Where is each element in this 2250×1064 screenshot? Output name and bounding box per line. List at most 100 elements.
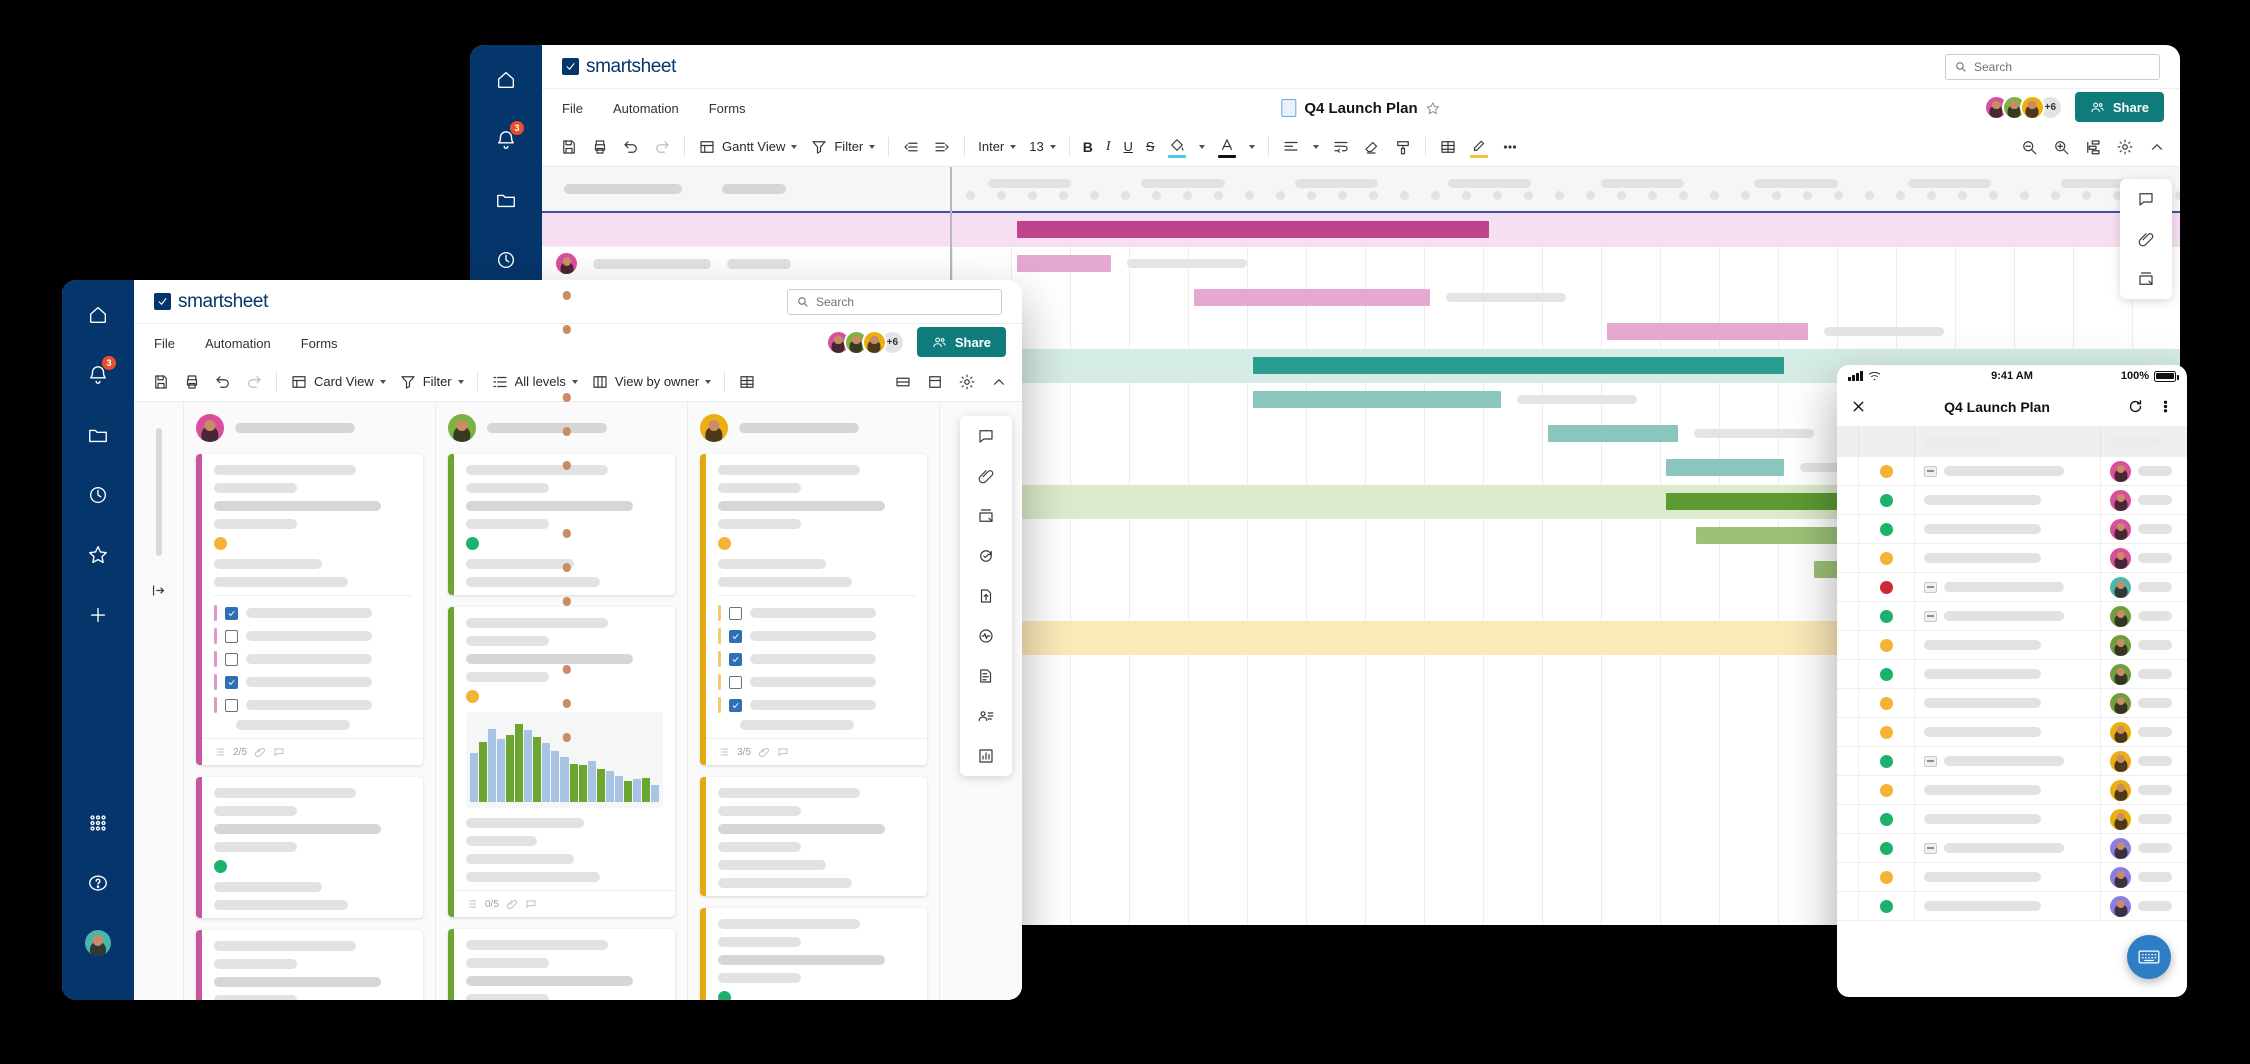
activity-log-icon[interactable] (977, 627, 995, 645)
close-icon[interactable] (1850, 398, 1867, 415)
checklist-item[interactable] (214, 628, 411, 644)
status-cell[interactable] (1859, 892, 1915, 920)
assignee-cell[interactable] (2101, 631, 2187, 659)
proof-icon[interactable] (2137, 270, 2155, 288)
gantt-bar[interactable] (1017, 221, 1489, 238)
refresh-icon[interactable] (2127, 398, 2144, 415)
task-cell[interactable] (1915, 631, 2101, 659)
board-card[interactable] (448, 454, 675, 595)
assignee-cell[interactable] (2101, 544, 2187, 572)
sidebar-item-notifications[interactable]: 3 (81, 358, 115, 392)
comment-icon[interactable] (525, 898, 537, 910)
assignee-cell[interactable] (2101, 515, 2187, 543)
collaborator-avatars[interactable]: +6 (1984, 95, 2063, 120)
row-handle-cell[interactable] (1837, 486, 1859, 514)
sidebar-item-recents[interactable] (81, 478, 115, 512)
gear-icon[interactable] (2116, 138, 2134, 156)
row-handle-cell[interactable] (1837, 747, 1859, 775)
menu-item-file[interactable]: File (562, 101, 583, 116)
board-column-header[interactable] (700, 414, 927, 442)
sidebar-item-home[interactable] (489, 63, 523, 97)
status-cell[interactable] (1859, 660, 1915, 688)
comment-icon[interactable] (273, 746, 285, 758)
italic-button[interactable]: I (1106, 139, 1111, 155)
task-cell[interactable] (1915, 602, 2101, 630)
print-icon[interactable] (591, 138, 609, 156)
board-card[interactable] (196, 930, 423, 1000)
chart-icon[interactable] (977, 747, 995, 765)
gantt-group-row[interactable] (542, 213, 951, 247)
status-cell[interactable] (1859, 515, 1915, 543)
star-outline-icon[interactable] (1426, 101, 1441, 116)
attach-icon[interactable] (254, 746, 266, 758)
print-icon[interactable] (183, 373, 201, 391)
underline-button[interactable]: U (1124, 139, 1133, 154)
smartsheet-logo[interactable]: smartsheet (154, 291, 268, 313)
update-request-icon[interactable] (977, 547, 995, 565)
sidebar-item-notifications[interactable]: 3 (489, 123, 523, 157)
sidebar-item-home[interactable] (81, 298, 115, 332)
group-by-selector[interactable]: View by owner (591, 373, 711, 391)
checklist-item[interactable] (718, 674, 915, 690)
row-handle-cell[interactable] (1837, 718, 1859, 746)
board-card[interactable]: 0/5 (448, 607, 675, 917)
comment-icon[interactable] (2137, 190, 2155, 208)
status-cell[interactable] (1859, 486, 1915, 514)
undo-icon[interactable] (214, 373, 232, 391)
checklist-item[interactable] (718, 628, 915, 644)
gantt-bar[interactable] (1253, 357, 1784, 374)
chevron-down-icon[interactable] (1199, 145, 1205, 149)
sidebar-item-favorites[interactable] (81, 538, 115, 572)
strikethrough-button[interactable]: S (1146, 139, 1155, 154)
filter-button[interactable]: Filter (810, 138, 875, 156)
checklist-item[interactable] (214, 674, 411, 690)
keyboard-fab-button[interactable] (2127, 935, 2171, 979)
task-cell[interactable] (1915, 660, 2101, 688)
align-left-icon[interactable] (1282, 138, 1300, 156)
undo-icon[interactable] (622, 138, 640, 156)
gantt-task-row[interactable] (542, 247, 951, 281)
checkbox[interactable] (225, 676, 238, 689)
more-horizontal-icon[interactable] (1501, 138, 1519, 156)
checkbox[interactable] (225, 653, 238, 666)
levels-selector[interactable]: All levels (491, 373, 578, 391)
table-row[interactable] (1837, 573, 2187, 602)
card-density-icon[interactable] (894, 373, 912, 391)
assignee-cell[interactable] (2101, 863, 2187, 891)
row-handle-cell[interactable] (1837, 776, 1859, 804)
board-column-header[interactable] (448, 414, 675, 442)
proof-icon[interactable] (977, 507, 995, 525)
row-handle-cell[interactable] (1837, 834, 1859, 862)
assignee-cell[interactable] (2101, 776, 2187, 804)
checklist-item[interactable] (214, 605, 411, 621)
filter-button[interactable]: Filter (399, 373, 464, 391)
board-collapse-column[interactable] (134, 402, 184, 1000)
task-cell[interactable] (1915, 515, 2101, 543)
hierarchy-icon[interactable] (2084, 138, 2102, 156)
highlight-button[interactable] (1470, 136, 1488, 158)
publish-icon[interactable] (977, 587, 995, 605)
comment-icon[interactable] (777, 746, 789, 758)
table-row[interactable] (1837, 631, 2187, 660)
assignee-cell[interactable] (2101, 660, 2187, 688)
insert-row-icon[interactable] (738, 373, 756, 391)
more-vertical-icon[interactable] (2157, 398, 2174, 415)
row-handle-cell[interactable] (1837, 805, 1859, 833)
menu-item-forms[interactable]: Forms (709, 101, 746, 116)
sidebar-item-apps[interactable] (81, 806, 115, 840)
task-cell[interactable] (1915, 776, 2101, 804)
status-cell[interactable] (1859, 834, 1915, 862)
checklist-item[interactable] (718, 697, 915, 713)
table-row[interactable] (1837, 892, 2187, 921)
collapse-icon[interactable] (1924, 582, 1937, 593)
gantt-bar[interactable] (1548, 425, 1678, 442)
board-card[interactable]: 3/5 (700, 454, 927, 765)
global-search-input[interactable]: Search (1945, 54, 2160, 80)
view-selector[interactable]: Card View (290, 373, 386, 391)
menu-item-automation[interactable]: Automation (205, 336, 271, 351)
share-button[interactable]: Share (917, 327, 1006, 357)
table-row[interactable] (1837, 602, 2187, 631)
table-row[interactable] (1837, 718, 2187, 747)
chevron-down-icon[interactable] (1313, 145, 1319, 149)
checkbox[interactable] (729, 676, 742, 689)
